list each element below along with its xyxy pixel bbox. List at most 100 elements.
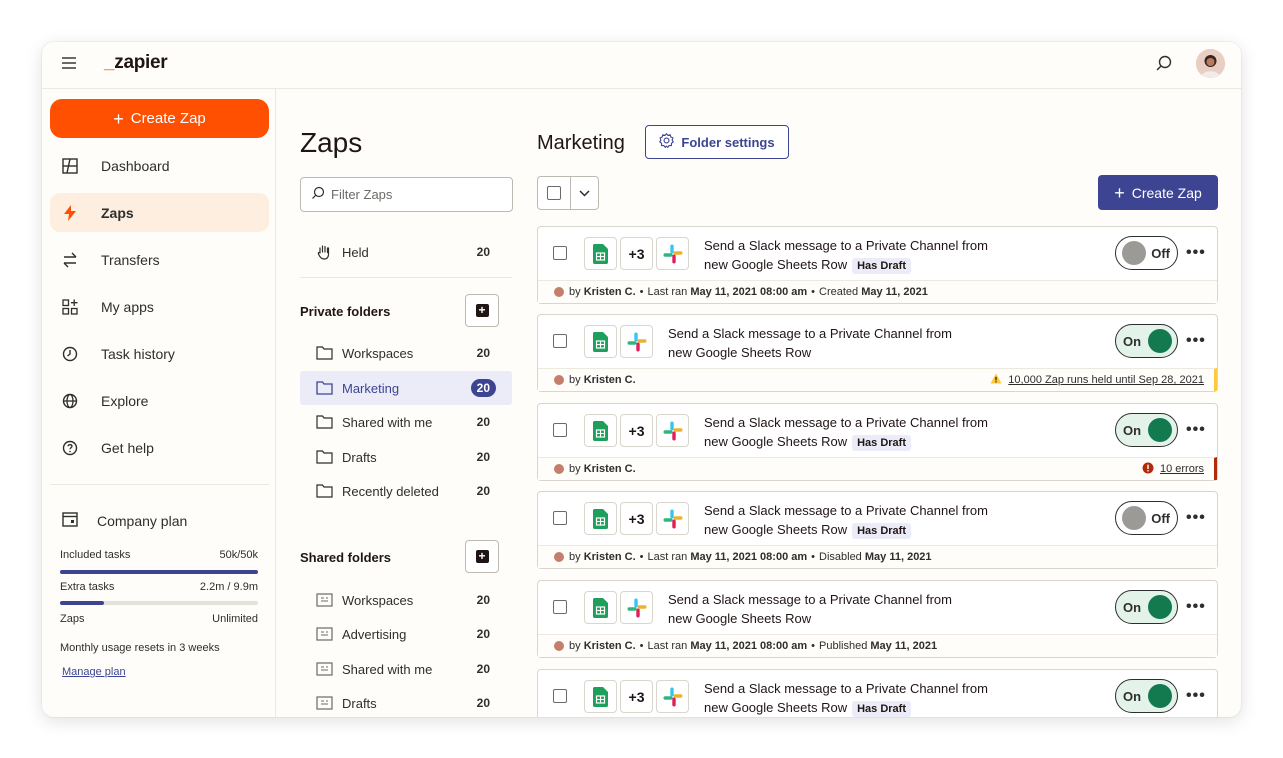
more-options-icon[interactable]: ••• (1186, 332, 1206, 350)
zap-status-toggle[interactable]: On (1115, 679, 1178, 713)
shared-folder-icon (316, 592, 334, 608)
shared-folder-item-workspaces[interactable]: Workspaces 20 (300, 583, 512, 617)
sidebar-item-transfers[interactable]: Transfers (50, 240, 269, 279)
add-shared-folder-button[interactable]: + (465, 540, 499, 573)
top-bar: _zapier (42, 42, 1241, 89)
sidebar-divider (50, 484, 269, 485)
folder-settings-button[interactable]: Folder settings (645, 125, 789, 159)
folder-item-workspaces[interactable]: Workspaces 20 (300, 336, 512, 370)
folder-item-marketing[interactable]: Marketing 20 (300, 371, 512, 405)
google-sheets-icon (584, 502, 617, 535)
author-avatar (554, 464, 564, 474)
zapier-logo[interactable]: _zapier (104, 52, 168, 74)
folder-divider (300, 277, 512, 278)
has-draft-badge: Has Draft (852, 701, 911, 717)
extra-tasks-bar (60, 601, 258, 605)
zap-row[interactable]: Send a Slack message to a Private Channe… (537, 580, 1218, 658)
filter-zaps-input[interactable] (331, 187, 501, 202)
slack-icon (620, 325, 653, 358)
zap-title[interactable]: Send a Slack message to a Private Channe… (668, 590, 988, 628)
sidebar-item-get-help[interactable]: Get help (50, 428, 269, 467)
zap-status-toggle[interactable]: On (1115, 590, 1178, 624)
shared-folder-icon (316, 626, 334, 642)
zap-checkbox[interactable] (553, 246, 567, 260)
author-avatar (554, 287, 564, 297)
more-options-icon[interactable]: ••• (1186, 687, 1206, 705)
folder-icon (316, 483, 334, 499)
app-window: _zapier + Create Zap Dashboard Zaps Tran… (42, 42, 1241, 717)
slack-icon (656, 502, 689, 535)
more-options-icon[interactable]: ••• (1186, 509, 1206, 527)
shared-folder-item-advertising[interactable]: Advertising 20 (300, 617, 512, 651)
search-icon[interactable] (1154, 54, 1174, 74)
gear-icon (659, 132, 675, 151)
sidebar-item-my-apps[interactable]: My apps (50, 287, 269, 326)
sidebar-item-dashboard[interactable]: Dashboard (50, 146, 269, 185)
filter-zaps-field[interactable] (300, 177, 513, 212)
warning-icon (990, 373, 1002, 387)
user-avatar[interactable] (1196, 49, 1225, 78)
zap-title[interactable]: Send a Slack message to a Private Channe… (704, 679, 1024, 717)
help-icon (62, 440, 78, 456)
select-all-checkbox[interactable] (538, 177, 571, 209)
plus-icon: + (113, 108, 124, 129)
zap-row[interactable]: Send a Slack message to a Private Channe… (537, 314, 1218, 392)
sidebar-item-zaps[interactable]: Zaps (50, 193, 269, 232)
zap-checkbox[interactable] (553, 334, 567, 348)
zap-checkbox[interactable] (553, 689, 567, 703)
zap-title[interactable]: Send a Slack message to a Private Channe… (668, 324, 988, 362)
zap-title[interactable]: Send a Slack message to a Private Channe… (704, 236, 1024, 274)
zap-checkbox[interactable] (553, 511, 567, 525)
has-draft-badge: Has Draft (852, 435, 911, 451)
folder-title: Marketing (537, 132, 625, 154)
google-sheets-icon (584, 237, 617, 270)
zap-status-toggle[interactable]: On (1115, 324, 1178, 358)
zaps-usage-row: Zaps Unlimited (60, 613, 258, 625)
add-private-folder-button[interactable]: + (465, 294, 499, 327)
folder-item-recently-deleted[interactable]: Recently deleted 20 (300, 474, 512, 508)
zap-meta: by Kristen C. 10 errors (538, 457, 1217, 480)
zap-status-toggle[interactable]: On (1115, 413, 1178, 447)
folder-icon (316, 380, 334, 396)
hand-icon (316, 244, 334, 260)
zap-checkbox[interactable] (553, 423, 567, 437)
shared-folder-item-shared-with-me[interactable]: Shared with me 20 (300, 652, 512, 686)
author-avatar (554, 641, 564, 651)
more-options-icon[interactable]: ••• (1186, 421, 1206, 439)
zap-checkbox[interactable] (553, 600, 567, 614)
menu-icon[interactable] (62, 57, 76, 71)
held-runs-link[interactable]: 10,000 Zap runs held until Sep 28, 2021 (1008, 374, 1204, 386)
slack-icon (620, 591, 653, 624)
zap-status-toggle[interactable]: Off (1115, 236, 1178, 270)
shared-folder-item-drafts[interactable]: Drafts 20 (300, 686, 512, 717)
zap-row[interactable]: +3 Send a Slack message to a Private Cha… (537, 491, 1218, 569)
more-apps-count: +3 (620, 502, 653, 535)
zap-meta: by Kristen C. • Last ran May 11, 2021 08:… (538, 634, 1217, 657)
more-options-icon[interactable]: ••• (1186, 598, 1206, 616)
plus-icon: + (1114, 182, 1125, 203)
slack-icon (656, 237, 689, 270)
folder-item-drafts[interactable]: Drafts 20 (300, 440, 512, 474)
plan-icon (62, 511, 78, 527)
slack-icon (656, 680, 689, 713)
zap-status-toggle[interactable]: Off (1115, 501, 1178, 535)
zap-title[interactable]: Send a Slack message to a Private Channe… (704, 501, 1024, 539)
sidebar-item-task-history[interactable]: Task history (50, 334, 269, 373)
more-options-icon[interactable]: ••• (1186, 244, 1206, 262)
chevron-down-icon[interactable] (571, 177, 598, 209)
create-zap-button-main[interactable]: + Create Zap (1098, 175, 1218, 210)
select-all-control[interactable] (537, 176, 599, 210)
zap-title[interactable]: Send a Slack message to a Private Channe… (704, 413, 1024, 451)
zap-row[interactable]: +3 Send a Slack message to a Private Cha… (537, 403, 1218, 481)
zap-row[interactable]: +3 Send a Slack message to a Private Cha… (537, 669, 1218, 717)
google-sheets-icon (584, 414, 617, 447)
folder-item-shared-with-me[interactable]: Shared with me 20 (300, 405, 512, 439)
sidebar-item-explore[interactable]: Explore (50, 381, 269, 420)
folder-held[interactable]: Held 20 (300, 235, 512, 269)
manage-plan-link[interactable]: Manage plan (62, 666, 126, 678)
errors-link[interactable]: 10 errors (1160, 463, 1204, 475)
zap-icon (62, 204, 78, 221)
create-zap-button[interactable]: + Create Zap (50, 99, 269, 138)
usage-reset-note: Monthly usage resets in 3 weeks (60, 642, 220, 654)
zap-row[interactable]: +3 Send a Slack message to a Private Cha… (537, 226, 1218, 304)
